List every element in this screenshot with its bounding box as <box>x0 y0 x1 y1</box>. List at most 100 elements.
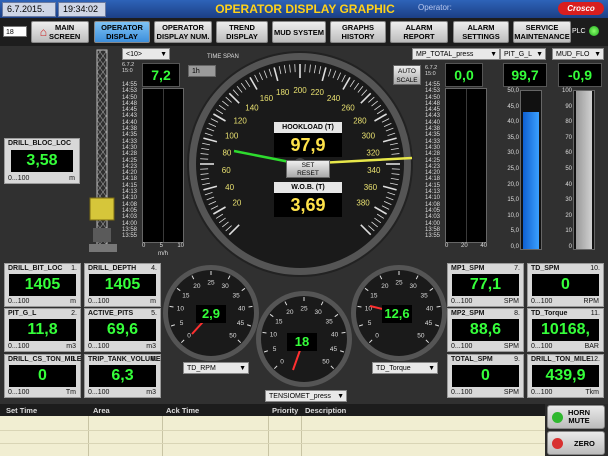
nav-button-label: OPERATOR DISPLAY <box>101 23 143 41</box>
pit-bar-scale-label: 30,0 <box>507 150 519 157</box>
alarm-table-header: Set Time Area Ack Time Priority Descript… <box>0 404 545 416</box>
nav-button-5[interactable]: MUD SYSTEM <box>272 21 326 43</box>
hookload-tick-label: 80 <box>222 148 231 157</box>
strip-time-label: 14:08 <box>425 201 441 208</box>
drill-bloc-panel: DRILL_BLOC_LOC 3,58 0...100 m <box>4 138 80 184</box>
hookload-tick-label: 120 <box>233 117 247 126</box>
pit-bar-scale-label: 45,0 <box>507 103 519 110</box>
td-torque-select[interactable]: TD_Torque ▼ <box>372 362 438 374</box>
rpm-value: 2,9 <box>196 305 226 323</box>
strip-time-label: 13:55 <box>122 233 138 240</box>
strip-right-axis: 0 20 40 <box>445 243 487 249</box>
mud-bar-scale-label: 80 <box>565 119 572 126</box>
gauge-tick-label: 40 <box>238 306 246 313</box>
pit-bar-scale-label: 0,0 <box>510 243 519 250</box>
mud-bar-scale-label: 20 <box>565 212 572 219</box>
card-range: 0...100 <box>8 298 30 305</box>
card-range: 0...100 <box>451 343 473 350</box>
card-title: TRIP_TANK_VOLUME <box>88 356 161 363</box>
mud-bar-scale-label: 10 <box>565 228 572 235</box>
strip-time-label: 14:43 <box>122 113 138 120</box>
card-number: 9. <box>514 356 520 363</box>
card-range: 0...100 <box>88 389 110 396</box>
mud-bar-scale-label: 0 <box>568 243 572 250</box>
card-title: DRILL_DEPTH <box>88 265 137 272</box>
strip-right-axis-max: 40 <box>480 243 487 249</box>
strip-time-label: 14:00 <box>425 220 441 227</box>
gauge-tick-label: 5 <box>180 320 184 327</box>
alarm-col-description: Description <box>305 406 347 415</box>
mud-select[interactable]: MUD_FLO ▼ <box>552 48 604 60</box>
strip-time-label: 14:28 <box>425 151 441 158</box>
pit-bar-scale-label: 10,0 <box>507 212 519 219</box>
gauge-tick <box>357 305 362 308</box>
mud-bar-scale-label: 70 <box>565 134 572 141</box>
card-value: 439,9 <box>532 365 599 387</box>
mud-bar-scale-label: 90 <box>565 103 572 110</box>
panels-right-card: TOTAL_SPM 9. 0 0...100 SPM <box>447 354 524 398</box>
card-unit: SPM <box>503 298 519 305</box>
gauge-tick <box>169 305 174 308</box>
card-unit: SPM <box>503 343 519 350</box>
auto-scale-button[interactable]: AUTO SCALE <box>393 65 421 85</box>
strip-time-label: 14:18 <box>122 176 138 183</box>
tensiomet-select[interactable]: TENSIOMET_press ▼ <box>265 390 347 402</box>
strip-left-axis-min: 0 <box>142 243 146 249</box>
card-value: 69,6 <box>89 319 156 341</box>
nav-button-8[interactable]: ALARM SETTINGS <box>453 21 509 43</box>
panels-left-card: DRILL_CS_TON_MILE 3. 0 0...100 Tm <box>4 354 81 398</box>
strip-time-label: 14:35 <box>425 132 441 139</box>
gauge-tick-label: 40 <box>426 306 434 313</box>
card-value: 0 <box>9 365 76 387</box>
strip-left-time-axis: 14:55 14:53 14:50 14:48 14:45 14:43 14:40 14:38… <box>122 82 142 242</box>
strip-left-axis-mid: 5 <box>159 243 163 249</box>
td-rpm-select[interactable]: TD_RPM ▼ <box>183 362 249 374</box>
strip-time-label: 14:50 <box>425 94 441 101</box>
pit-bar-scale-label: 20,0 <box>507 181 519 188</box>
drill-bloc-range: 0...100 <box>8 175 30 182</box>
nav-button-1[interactable]: ⌂ MAIN SCREEN <box>31 21 89 43</box>
alarm-table[interactable]: Set Time Area Ack Time Priority Descript… <box>0 404 545 456</box>
card-value: 0 <box>452 365 519 387</box>
gauge-tick-label: 20 <box>381 283 389 290</box>
gauge-tick-label: 25 <box>395 280 403 287</box>
nav-button-7[interactable]: ALARM REPORT <box>390 21 448 43</box>
zero-button[interactable]: ZERO <box>547 431 605 455</box>
gauge-tick <box>436 305 441 308</box>
hookload-tick-label: 240 <box>327 94 341 103</box>
card-value: 0 <box>532 274 599 296</box>
derrick-graphic <box>89 49 117 252</box>
mud-bar-track <box>573 90 595 250</box>
nav-button-6[interactable]: GRAPHS HISTORY <box>330 21 386 43</box>
nav-button-3[interactable]: OPERATOR DISPLAY NUM. <box>154 21 212 43</box>
hookload-tick-label: 20 <box>232 199 241 208</box>
tensiomet-value: 18 <box>287 333 317 351</box>
wob-label: W.O.B. (T) <box>274 182 342 193</box>
trend-select[interactable]: <10> ▼ <box>122 48 170 60</box>
gauge-tick-label: 15 <box>275 318 283 325</box>
mud-bar-scale-label: 60 <box>565 150 572 157</box>
screen-number-field[interactable]: 18 <box>3 26 27 37</box>
strip-time-label: 14:25 <box>122 157 138 164</box>
gauge-tick-label: 30 <box>314 309 322 316</box>
nav-button-4[interactable]: TREND DISPLAY <box>216 21 268 43</box>
nav-button-label: GRAPHS HISTORY <box>341 23 375 41</box>
gauge-tick-label: 5 <box>368 320 372 327</box>
nav-button-label: MUD SYSTEM <box>273 27 324 37</box>
mp-total-select[interactable]: MP_TOTAL_press ▼ <box>412 48 500 60</box>
pit-scale: 50,0 45,0 40,0 35,0 30,0 25,0 20,0 15,0 10,0 5,0 0… <box>499 88 519 260</box>
card-number: 6. <box>151 356 157 363</box>
strip-right-value: 0,0 <box>445 63 483 87</box>
strip-right-axis-mid: 20 <box>460 243 468 249</box>
mud-bar-scale-label: 30 <box>565 197 572 204</box>
nav-button-9[interactable]: SERVICE MAINTENANCE <box>513 21 571 43</box>
operator-label: Operator: <box>418 3 452 12</box>
set-reset-button[interactable]: SET RESET <box>286 160 330 178</box>
gauge-tick-label: 0 <box>280 358 284 365</box>
horn-mute-button[interactable]: HORN MUTE <box>547 405 605 429</box>
nav-button-2[interactable]: OPERATOR DISPLAY <box>94 21 150 43</box>
strip-left-date: 6.7.2 15:0 <box>122 62 135 74</box>
hookload-tick-label: 160 <box>260 94 274 103</box>
pit-select[interactable]: PIT_G_L ▼ <box>500 48 546 60</box>
gauge-tick-label: 45 <box>330 346 338 353</box>
